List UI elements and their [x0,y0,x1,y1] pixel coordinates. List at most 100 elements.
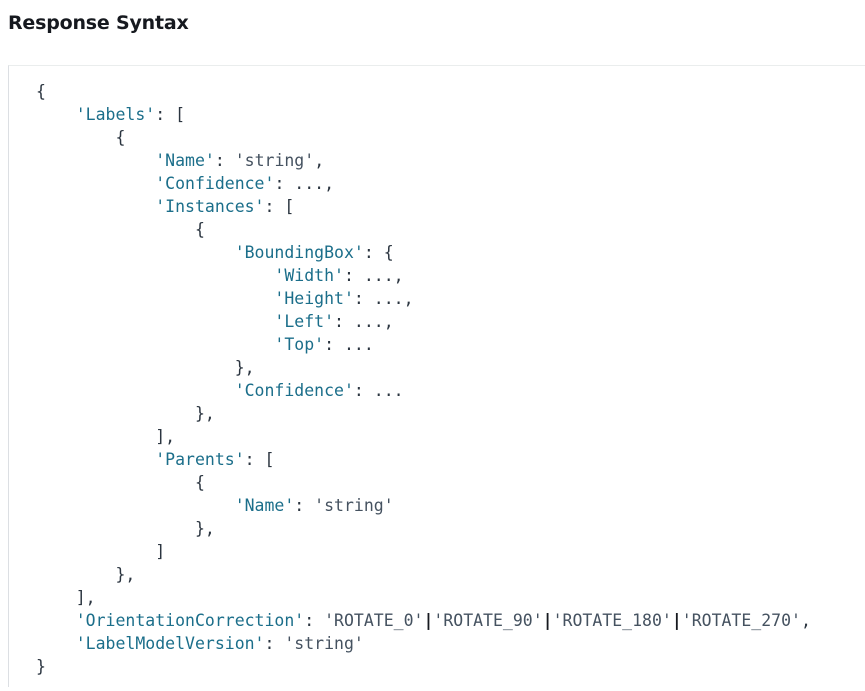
code-punctuation: : [ [155,105,186,124]
code-string: 'ROTATE_0' [324,611,424,630]
code-line: { [36,126,811,149]
code-content[interactable]: { 'Labels': [ { 'Name': 'string', 'Confi… [36,80,811,678]
code-line: 'Width': ..., [36,264,811,287]
code-line: }, [36,402,811,425]
code-punctuation: : ... [353,381,404,400]
code-line: 'Name': 'string' [36,494,811,517]
code-punctuation: : ..., [343,266,404,285]
code-punctuation: }, [234,358,255,377]
code-punctuation: { [194,473,205,492]
code-line: 'Confidence': ... [36,379,811,402]
code-punctuation: : { [363,243,394,262]
code-line: 'Name': 'string', [36,149,811,172]
section-heading: Response Syntax [8,12,189,34]
code-punctuation: : [304,611,325,630]
code-key: 'OrientationCorrection' [75,611,305,630]
code-string: 'string' [234,151,315,170]
code-string: 'string' [284,634,364,653]
code-punctuation: : [ [244,450,275,469]
code-punctuation: }, [194,404,215,423]
code-punctuation: : ..., [274,174,335,193]
code-key: 'BoundingBox' [234,243,364,262]
code-line: ] [36,540,811,563]
code-key: 'Width' [274,266,344,285]
code-key: 'Instances' [155,197,265,216]
code-block[interactable]: { 'Labels': [ { 'Name': 'string', 'Confi… [8,65,865,687]
code-line: 'Height': ..., [36,287,811,310]
code-punctuation: : [264,634,285,653]
code-key: 'LabelModelVersion' [75,634,265,653]
code-punctuation: ], [75,588,96,607]
code-punctuation: { [36,82,46,101]
code-key: 'Top' [274,335,325,354]
code-punctuation: : ..., [353,289,414,308]
code-punctuation: : [ [264,197,295,216]
code-line: 'Labels': [ [36,103,811,126]
code-key: 'Labels' [75,105,156,124]
code-line: } [36,655,811,678]
code-key: 'Confidence' [155,174,275,193]
code-punctuation: , [314,151,325,170]
code-separator: | [423,611,434,630]
code-punctuation: { [194,220,205,239]
code-line: }, [36,517,811,540]
code-punctuation: , [800,611,811,630]
code-string: 'ROTATE_270' [681,611,801,630]
code-punctuation: ], [155,427,176,446]
code-punctuation: }, [115,565,136,584]
code-key: 'Name' [155,151,215,170]
code-separator: | [542,611,553,630]
code-punctuation: { [115,128,126,147]
code-line: 'Instances': [ [36,195,811,218]
code-key: 'Height' [274,289,354,308]
code-line: ], [36,425,811,448]
code-line: ], [36,586,811,609]
code-string: 'ROTATE_90' [433,611,543,630]
code-line: 'Confidence': ..., [36,172,811,195]
code-string: 'string' [314,496,394,515]
code-line: { [36,80,811,103]
code-key: 'Parents' [155,450,245,469]
code-punctuation: }, [194,519,215,538]
code-punctuation: : [294,496,315,515]
code-line: }, [36,563,811,586]
code-separator: | [671,611,682,630]
code-line: 'BoundingBox': { [36,241,811,264]
code-line: 'Top': ... [36,333,811,356]
code-line: 'LabelModelVersion': 'string' [36,632,811,655]
code-key: 'Left' [274,312,335,331]
code-punctuation: : ..., [334,312,394,331]
code-punctuation: ] [155,542,166,561]
code-line: }, [36,356,811,379]
code-punctuation: : [214,151,235,170]
code-key: 'Confidence' [234,381,354,400]
code-string: 'ROTATE_180' [552,611,672,630]
code-line: 'Left': ..., [36,310,811,333]
code-line: { [36,471,811,494]
code-key: 'Name' [234,496,295,515]
code-punctuation: : ... [324,335,374,354]
code-line: 'OrientationCorrection': 'ROTATE_0'|'ROT… [36,609,811,632]
